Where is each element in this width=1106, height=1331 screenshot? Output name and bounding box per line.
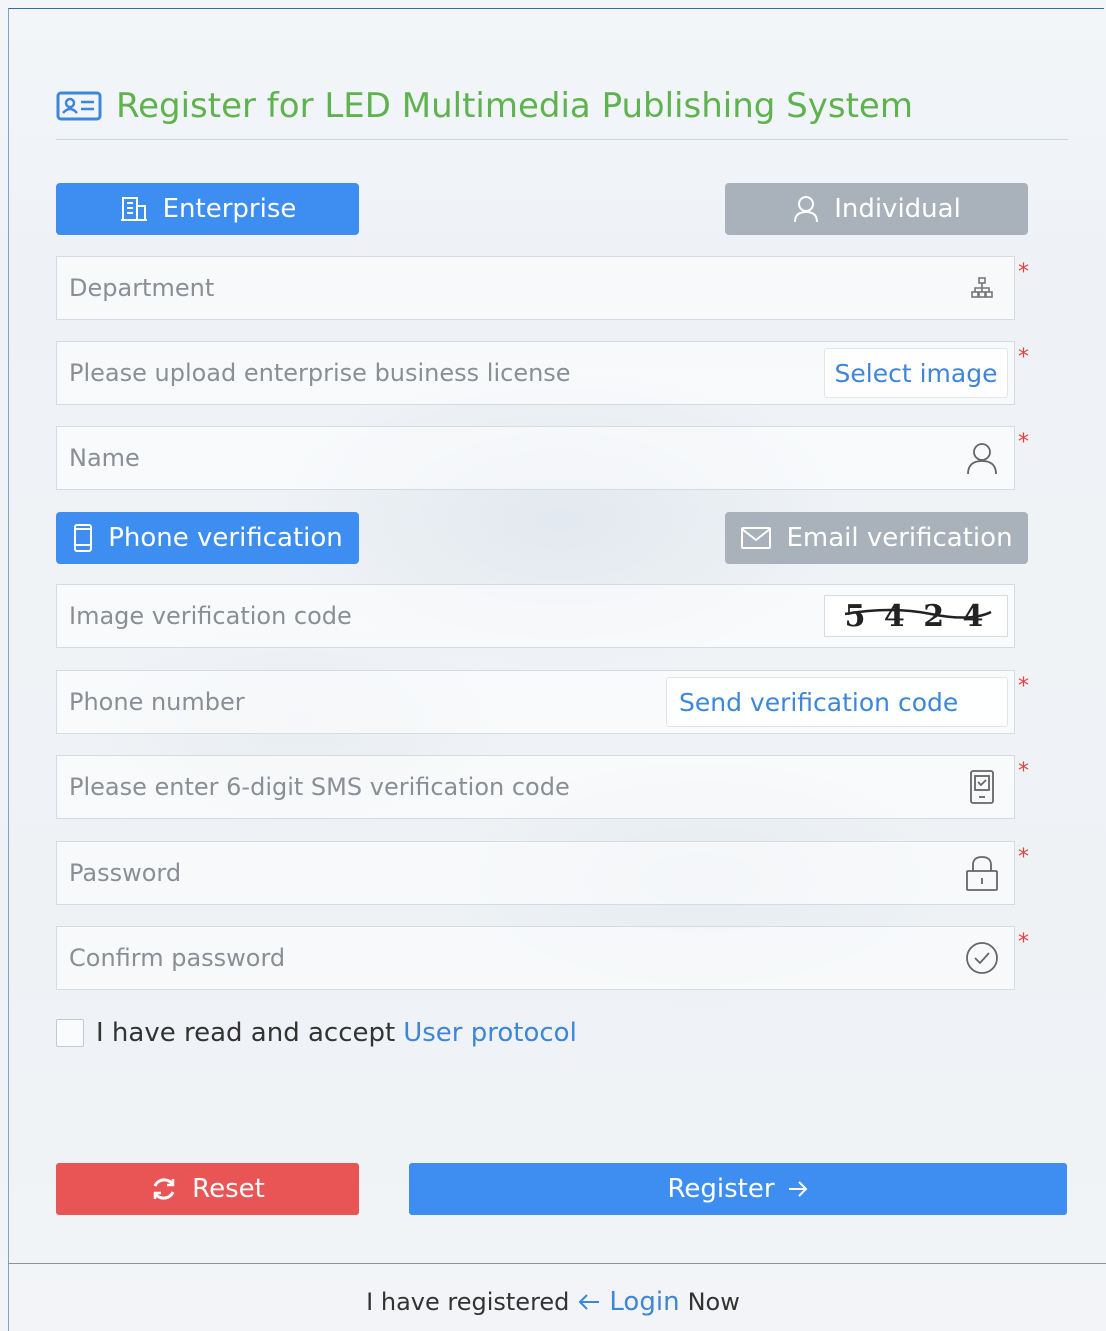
required-mark: * — [1018, 430, 1029, 455]
name-input[interactable] — [57, 427, 962, 489]
register-button-label: Register — [667, 1174, 775, 1204]
license-field[interactable]: Select image — [56, 341, 1015, 405]
arrow-right-icon — [787, 1180, 809, 1198]
tab-phone-verification-label: Phone verification — [108, 523, 343, 553]
footer: I have registered Login Now — [0, 1284, 1106, 1320]
user-protocol-link[interactable]: User protocol — [403, 1018, 577, 1048]
confirm-password-input[interactable] — [57, 927, 962, 989]
user-icon — [792, 194, 820, 224]
department-field[interactable] — [56, 256, 1015, 320]
footer-prefix: I have registered — [366, 1288, 570, 1316]
reset-button[interactable]: Reset — [56, 1163, 359, 1215]
send-code-button[interactable]: Send verification code — [666, 677, 1008, 727]
arrow-left-icon — [577, 1292, 601, 1312]
refresh-icon — [150, 1175, 178, 1203]
confirm-password-field[interactable] — [56, 926, 1015, 990]
captcha-image[interactable]: 5 4 2 4 — [824, 595, 1008, 637]
required-mark: * — [1018, 674, 1029, 699]
title-divider — [56, 139, 1068, 140]
tab-email-verification-label: Email verification — [786, 523, 1013, 553]
phone-field[interactable]: Send verification code — [56, 670, 1015, 734]
tab-individual[interactable]: Individual — [725, 183, 1028, 235]
page-header: Register for LED Multimedia Publishing S… — [56, 84, 913, 128]
user-icon — [962, 438, 1002, 478]
required-mark: * — [1018, 260, 1029, 285]
name-field[interactable] — [56, 426, 1015, 490]
agreement-text: I have read and accept — [96, 1018, 396, 1048]
reset-button-label: Reset — [192, 1174, 265, 1204]
mobile-icon — [72, 523, 94, 553]
password-field[interactable] — [56, 841, 1015, 905]
phone-input[interactable] — [57, 671, 666, 733]
page-title: Register for LED Multimedia Publishing S… — [116, 86, 913, 126]
id-card-icon — [56, 90, 102, 122]
login-link[interactable]: Login — [609, 1287, 679, 1317]
password-input[interactable] — [57, 842, 962, 904]
register-button[interactable]: Register — [409, 1163, 1067, 1215]
lock-icon — [962, 853, 1002, 893]
required-mark: * — [1018, 845, 1029, 870]
sms-code-input[interactable] — [57, 756, 962, 818]
tab-individual-label: Individual — [834, 194, 961, 224]
captcha-input[interactable] — [57, 585, 824, 647]
license-input[interactable] — [57, 342, 824, 404]
tab-email-verification[interactable]: Email verification — [725, 512, 1028, 564]
captcha-field[interactable]: 5 4 2 4 — [56, 584, 1015, 648]
select-image-button[interactable]: Select image — [824, 348, 1008, 398]
agreement-checkbox[interactable] — [56, 1019, 84, 1047]
tab-enterprise-label: Enterprise — [162, 194, 297, 224]
sitemap-icon — [962, 268, 1002, 308]
required-mark: * — [1018, 345, 1029, 370]
tab-phone-verification[interactable]: Phone verification — [56, 512, 359, 564]
footer-suffix: Now — [687, 1288, 740, 1316]
check-circle-icon — [962, 938, 1002, 978]
tab-enterprise[interactable]: Enterprise — [56, 183, 359, 235]
envelope-icon — [740, 525, 772, 551]
sms-code-field[interactable] — [56, 755, 1015, 819]
building-icon — [119, 194, 149, 224]
footer-divider — [8, 1263, 1106, 1264]
required-mark: * — [1018, 930, 1029, 955]
required-mark: * — [1018, 759, 1029, 784]
department-input[interactable] — [57, 257, 962, 319]
agreement-row: I have read and accept User protocol — [56, 1016, 577, 1050]
mobile-message-icon — [962, 767, 1002, 807]
